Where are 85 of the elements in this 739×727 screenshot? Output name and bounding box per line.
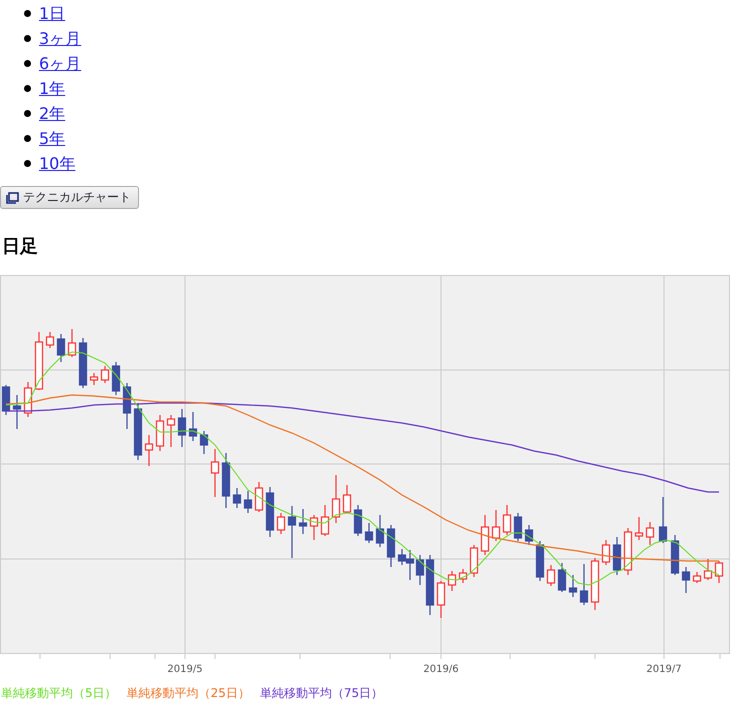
candlestick [178, 409, 186, 447]
candlestick [56, 334, 66, 362]
candlestick [266, 487, 274, 537]
candlestick [524, 525, 534, 545]
candlestick [692, 572, 702, 583]
technical-chart-button[interactable]: テクニカルチャート [0, 186, 139, 209]
bullet-icon [24, 110, 31, 117]
axis-label: 2019/6 [423, 664, 459, 675]
candlestick [376, 515, 384, 547]
candlestick [24, 382, 32, 417]
candlestick [2, 385, 10, 415]
bullet-icon [24, 160, 31, 167]
candlestick [470, 545, 478, 577]
candlestick [276, 513, 286, 534]
axis-label: 2019/5 [167, 664, 203, 675]
candlestick [222, 453, 230, 508]
candlestick [590, 558, 600, 610]
window-icon [6, 192, 19, 204]
candlestick [624, 528, 632, 575]
candlestick [536, 541, 544, 581]
candlestick [682, 567, 690, 593]
candlestick [134, 403, 142, 460]
section-title: 日足 [2, 235, 39, 259]
candlestick [288, 506, 296, 558]
candlestick [364, 523, 374, 543]
candlestick [298, 509, 308, 534]
candlestick [354, 505, 362, 536]
period-link[interactable]: 1日 [39, 3, 66, 24]
legend-label: 単純移動平均（5日） [1, 685, 117, 702]
period-link[interactable]: 10年 [39, 153, 76, 174]
candlestick [12, 395, 22, 429]
candlestick [144, 435, 154, 466]
bullet-icon [24, 135, 31, 142]
period-link[interactable]: 6ヶ月 [39, 53, 82, 74]
candlestick [612, 537, 622, 575]
legend-label: 単純移動平均（25日） [126, 685, 250, 702]
candlestick [704, 559, 712, 580]
candlestick [122, 383, 132, 429]
candlestick [100, 366, 110, 383]
candlestick [670, 535, 680, 575]
candlestick [646, 522, 654, 545]
candlestick [332, 475, 340, 523]
candlestick [68, 329, 76, 357]
bullet-icon [24, 85, 31, 92]
candlestick [386, 525, 396, 567]
candlestick [310, 515, 318, 540]
period-link[interactable]: 5年 [39, 128, 66, 149]
candlestick [78, 338, 88, 388]
candlestick [112, 362, 120, 395]
candlestick [200, 431, 208, 454]
candlestick [580, 564, 588, 605]
candlestick [46, 332, 54, 348]
candlestick [244, 491, 252, 513]
candlestick [714, 561, 724, 583]
bullet-icon [24, 10, 31, 17]
candlestick [156, 415, 164, 451]
candlestick [342, 485, 352, 513]
candlestick [320, 505, 330, 536]
candlestick [502, 505, 512, 535]
candlestick [492, 510, 500, 541]
candlestick [210, 449, 220, 497]
candlestick [546, 565, 556, 586]
axis-label: 2019/7 [646, 664, 682, 675]
candlestick [448, 571, 456, 591]
candlestick [480, 515, 490, 555]
candlestick [458, 569, 468, 583]
candlestick [254, 482, 264, 512]
candlestick [634, 517, 644, 540]
bullet-icon [24, 35, 31, 42]
candlestick [514, 513, 522, 541]
legend-label: 単純移動平均（75日） [260, 685, 384, 702]
candlestick [558, 563, 566, 592]
candlestick [166, 415, 176, 447]
candlestick [658, 497, 668, 543]
candlestick [90, 373, 98, 385]
period-link[interactable]: 2年 [39, 103, 66, 124]
bullet-icon [24, 60, 31, 67]
candlestick [232, 488, 242, 508]
candlestick [436, 581, 446, 618]
period-link[interactable]: 1年 [39, 78, 66, 99]
candlestick [568, 575, 578, 597]
candlestick [602, 540, 610, 565]
period-link[interactable]: 3ヶ月 [39, 28, 82, 49]
candlestick [34, 332, 44, 390]
candlestick [188, 412, 198, 441]
